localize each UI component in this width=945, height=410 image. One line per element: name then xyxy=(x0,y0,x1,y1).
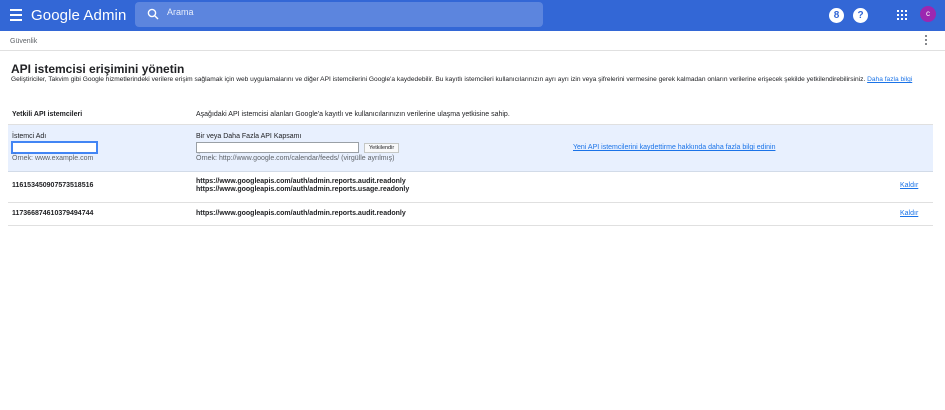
scope-url: https://www.googleapis.com/auth/admin.re… xyxy=(196,178,406,185)
add-client-form: İstemci Adı Örnek: www.example.com Bir v… xyxy=(8,125,933,172)
more-vert-icon[interactable] xyxy=(925,35,928,47)
client-name-input[interactable] xyxy=(12,142,97,153)
client-name-label: İstemci Adı xyxy=(12,133,47,140)
apps-grid-icon[interactable] xyxy=(897,10,907,20)
top-app-bar: Google Admin 8 ? c xyxy=(0,0,945,31)
scope-example: Örnek: http://www.google.com/calendar/fe… xyxy=(196,155,395,162)
remove-link[interactable]: Kaldır xyxy=(900,210,918,217)
support-icon[interactable]: 8 xyxy=(829,8,844,23)
description-text: Geliştiriciler, Takvim gibi Google hizme… xyxy=(11,76,866,83)
register-clients-link[interactable]: Yeni API istemcilerini kaydettirme hakkı… xyxy=(573,144,775,151)
scope-label: Bir veya Daha Fazla API Kapsamı xyxy=(196,133,302,140)
client-name-example: Örnek: www.example.com xyxy=(12,155,94,162)
client-id: 117366874610379494744 xyxy=(12,210,94,217)
breadcrumb-bar: Güvenlik xyxy=(0,31,945,51)
search-icon xyxy=(147,8,159,20)
remove-link[interactable]: Kaldır xyxy=(900,182,918,189)
avatar[interactable]: c xyxy=(920,6,936,22)
app-brand[interactable]: Google Admin xyxy=(31,7,126,24)
page-description: Geliştiriciler, Takvim gibi Google hizme… xyxy=(11,76,926,84)
page-title: API istemcisi erişimini yönetin xyxy=(11,62,185,76)
scope-input[interactable] xyxy=(196,142,359,153)
authorized-clients-desc: Aşağıdaki API istemcisi alanları Google'… xyxy=(196,111,510,118)
search-bar[interactable] xyxy=(135,2,543,27)
scope-url: https://www.googleapis.com/auth/admin.re… xyxy=(196,210,406,217)
help-icon[interactable]: ? xyxy=(853,8,868,23)
breadcrumb[interactable]: Güvenlik xyxy=(10,38,37,45)
table-header-row: Yetkili API istemcileri Aşağıdaki API is… xyxy=(8,104,933,125)
client-id: 116153450907573518516 xyxy=(12,182,94,189)
table-row: 117366874610379494744 https://www.google… xyxy=(8,203,933,226)
table-row: 116153450907573518516 https://www.google… xyxy=(8,172,933,203)
authorize-button[interactable]: Yetkilendir xyxy=(364,143,400,153)
search-input[interactable] xyxy=(167,7,527,17)
authorized-clients-heading: Yetkili API istemcileri xyxy=(12,111,83,118)
menu-icon[interactable] xyxy=(10,9,22,21)
scope-url: https://www.googleapis.com/auth/admin.re… xyxy=(196,186,410,193)
learn-more-link[interactable]: Daha fazla bilgi xyxy=(867,76,912,83)
